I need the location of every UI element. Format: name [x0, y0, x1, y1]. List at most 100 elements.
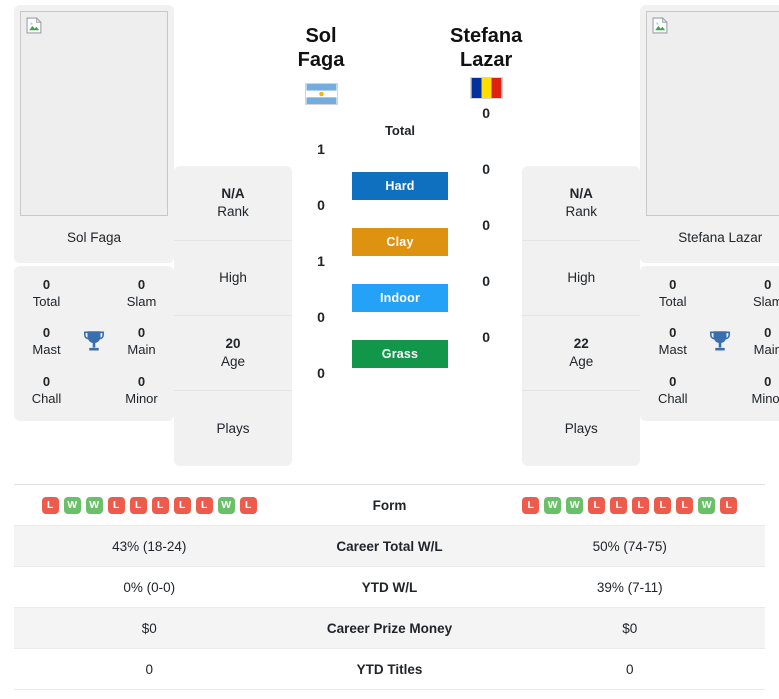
surface-total-row: Total [350, 102, 450, 158]
right-career-prize-money: $0 [622, 620, 638, 636]
right-ytd-wl: 39% (7-11) [596, 579, 663, 595]
h2h-row-hard-right: 0 [450, 141, 522, 197]
left-titles-chall: 0 Chall [20, 373, 73, 407]
form-badge-l[interactable]: L [654, 496, 672, 514]
right-titles-mast-value: 0 [669, 325, 677, 341]
form-badge-w[interactable]: W [217, 496, 235, 514]
form-badge-l[interactable]: L [107, 496, 125, 514]
right-titles-minor-value: 0 [764, 373, 772, 389]
right-titles-mast-label: Mast [658, 342, 687, 358]
h2h-row-grass: 0 [292, 345, 350, 401]
right-titles-total-value: 0 [669, 277, 677, 292]
right-age-label: Age [569, 354, 594, 369]
form-badge-l[interactable]: L [720, 496, 738, 514]
left-player-rank-card: N/A Rank High 20 Age Plays [174, 166, 292, 466]
right-rank-label: Rank [565, 204, 597, 219]
surface-clay-row: Clay [350, 214, 450, 270]
left-titles-minor: 0 Minor [115, 373, 168, 407]
form-badge-w[interactable]: W [85, 496, 103, 514]
right-titles-total: 0 Total [646, 276, 699, 310]
right-titles-slam-value: 0 [764, 277, 772, 292]
form-badge-w[interactable]: W [698, 496, 716, 514]
form-badge-l[interactable]: L [151, 496, 169, 514]
right-score-grass: 0 [482, 328, 491, 345]
table-row-career-prize-money: $0 Career Prize Money $0 [14, 608, 765, 649]
broken-image-icon [652, 17, 669, 34]
right-high-label: High [567, 270, 596, 286]
surface-indoor-row: Indoor [350, 270, 450, 326]
left-plays-row: Plays [174, 391, 292, 466]
left-player-titles-card: 0 Total 0 Slam 0 Mast 0 Main 0 Chall 0 M… [14, 266, 174, 421]
right-player-name-line1: Stefana [450, 25, 523, 47]
right-age-row: 22 Age [522, 316, 641, 391]
table-row-ytd-titles: 0 YTD Titles 0 [14, 649, 765, 690]
form-badge-l[interactable]: L [676, 496, 694, 514]
right-score-total: 0 [482, 104, 491, 121]
left-player-name: Sol Faga [297, 25, 345, 72]
form-badge-l[interactable]: L [41, 496, 59, 514]
surface-hard-row: Hard [350, 158, 450, 214]
left-form-cell: LWWLLLLLWL [14, 496, 285, 514]
left-score-hard: 0 [317, 196, 325, 213]
left-ytd-wl: 0% (0-0) [123, 579, 176, 595]
left-player-photo-frame [20, 11, 168, 216]
right-titles-slam: 0 Slam [741, 276, 779, 310]
right-titles-minor: 0 Minor [741, 373, 779, 407]
h2h-row-hard: 0 [292, 177, 350, 233]
right-titles-mast: 0 Mast [646, 324, 699, 358]
left-player-flag-wrap [292, 82, 350, 107]
left-score-indoor: 0 [317, 308, 325, 325]
surface-grass-row: Grass [350, 326, 450, 382]
row-label-form: Form [372, 497, 407, 513]
form-badge-l[interactable]: L [173, 496, 191, 514]
form-badge-w[interactable]: W [63, 496, 81, 514]
surface-label-grass[interactable]: Grass [352, 340, 448, 368]
surface-label-indoor[interactable]: Indoor [352, 284, 448, 312]
form-badge-l[interactable]: L [195, 496, 213, 514]
right-player-photo-card[interactable]: Stefana Lazar [640, 5, 779, 263]
right-titles-main-value: 0 [764, 325, 772, 341]
right-player-photo-frame [646, 11, 779, 216]
romania-flag-icon [469, 76, 503, 99]
right-score-clay: 0 [482, 216, 491, 233]
left-ytd-titles: 0 [145, 661, 153, 677]
form-badge-w[interactable]: W [544, 496, 562, 514]
table-row-career-total-wl: 43% (18-24) Career Total W/L 50% (74-75) [14, 526, 765, 567]
row-label-career-total-wl: Career Total W/L [336, 538, 443, 554]
right-player-column: Stefana Lazar 0 Total 0 Slam 0 Mast 0 Ma… [640, 0, 779, 421]
form-badge-w[interactable]: W [566, 496, 584, 514]
left-titles-slam: 0 Slam [115, 276, 168, 310]
form-badge-l[interactable]: L [632, 496, 650, 514]
surface-col-spacer2 [350, 64, 450, 88]
right-titles-chall: 0 Chall [646, 373, 699, 407]
left-player-photo-name: Sol Faga [20, 216, 168, 257]
left-titles-main-label: Main [127, 342, 156, 358]
h2h-row-indoor-right: 0 [450, 253, 522, 309]
left-titles-minor-value: 0 [137, 373, 146, 389]
left-h2h-scores: 1 0 1 0 0 [292, 121, 350, 401]
table-row-ytd-wl: 0% (0-0) YTD W/L 39% (7-11) [14, 567, 765, 608]
left-score-grass: 0 [317, 364, 325, 381]
h2h-row-grass-right: 0 [450, 309, 522, 365]
form-badge-l[interactable]: L [522, 496, 540, 514]
right-titles-total-label: Total [659, 294, 687, 310]
left-player-photo-card[interactable]: Sol Faga [14, 5, 174, 263]
right-player-header-and-scores: Stefana Lazar 0 0 0 0 0 [450, 0, 522, 365]
left-titles-slam-label: Slam [126, 294, 157, 310]
surface-label-clay[interactable]: Clay [352, 228, 448, 256]
right-player-name-line2: Lazar [460, 49, 513, 72]
form-badge-l[interactable]: L [610, 496, 628, 514]
comparison-table: LWWLLLLLWL Form LWWLLLLLWL 43% (18-24) C… [14, 484, 765, 690]
left-player-column: Sol Faga 0 Total 0 Slam 0 Mast 0 Main 0 … [14, 0, 174, 421]
form-badge-l[interactable]: L [239, 496, 257, 514]
form-badge-l[interactable]: L [588, 496, 606, 514]
left-high-row: High [174, 241, 292, 316]
h2h-row-clay: 1 [292, 233, 350, 289]
form-badge-l[interactable]: L [129, 496, 147, 514]
left-career-prize-money: $0 [141, 620, 157, 636]
table-row-form: LWWLLLLLWL Form LWWLLLLLWL [14, 485, 765, 526]
left-titles-chall-label: Chall [31, 390, 62, 406]
surface-label-hard[interactable]: Hard [352, 172, 448, 200]
right-titles-chall-value: 0 [669, 373, 677, 389]
left-career-total-wl: 43% (18-24) [112, 538, 187, 554]
